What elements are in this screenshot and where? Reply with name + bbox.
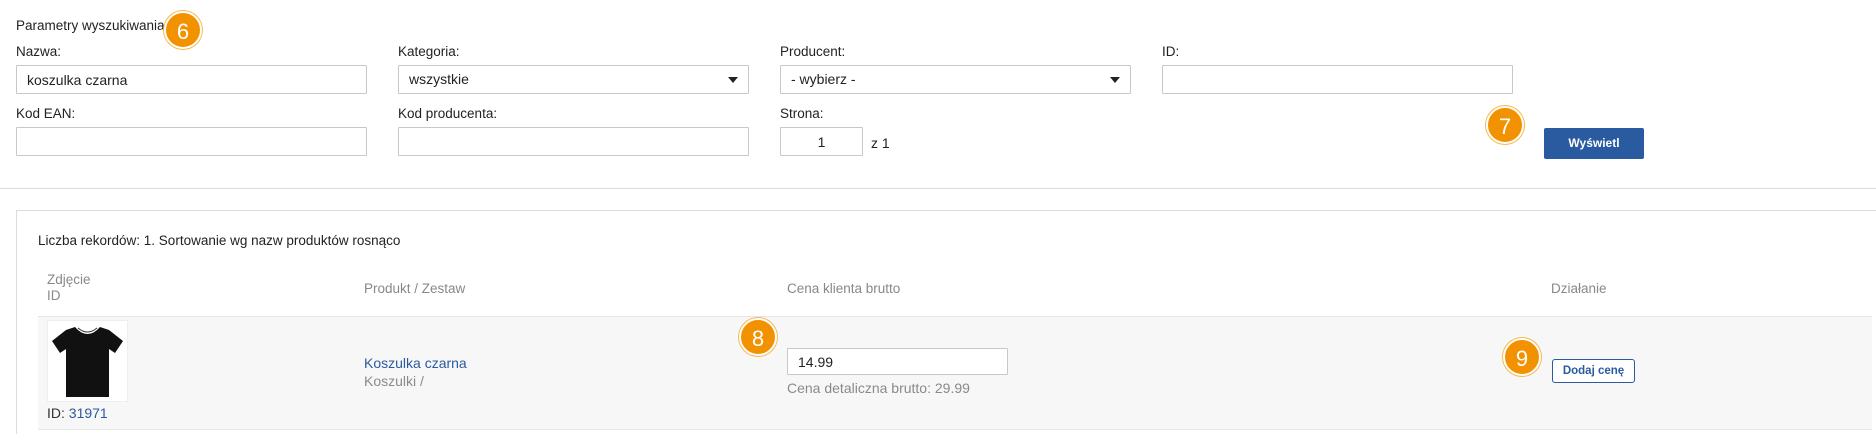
product-id-link[interactable]: 31971 xyxy=(69,405,108,421)
show-button[interactable]: Wyświetl xyxy=(1544,128,1644,159)
strona-label: Strona: xyxy=(780,106,824,121)
product-id: ID: 31971 xyxy=(47,405,108,421)
retail-price: Cena detaliczna brutto: 29.99 xyxy=(787,380,970,396)
caret-down-icon xyxy=(1110,77,1120,83)
product-thumbnail[interactable] xyxy=(47,320,128,402)
results-summary: Liczba rekordów: 1. Sortowanie wg nazw p… xyxy=(38,233,401,248)
section-title: Parametry wyszukiwania xyxy=(16,18,165,33)
kod-producenta-label: Kod producenta: xyxy=(398,106,498,121)
product-name-link[interactable]: Koszulka czarna xyxy=(364,355,467,371)
column-header-price[interactable]: Cena klienta brutto xyxy=(787,281,900,296)
id-label: ID: xyxy=(1162,44,1180,59)
nazwa-label: Nazwa: xyxy=(16,44,62,59)
id-input[interactable] xyxy=(1162,65,1513,94)
kategoria-selected-value: wszystkie xyxy=(409,71,469,87)
page-total: z 1 xyxy=(871,135,890,151)
column-header-action: Działanie xyxy=(1551,281,1607,296)
step-badge-8: 8 xyxy=(739,318,777,356)
caret-down-icon xyxy=(728,77,738,83)
ean-label: Kod EAN: xyxy=(16,106,76,121)
step-badge-6: 6 xyxy=(164,11,202,49)
column-header-product[interactable]: Produkt / Zestaw xyxy=(364,281,465,296)
kategoria-label: Kategoria: xyxy=(398,44,460,59)
product-category: Koszulki / xyxy=(364,373,424,389)
step-badge-9: 9 xyxy=(1503,338,1541,376)
column-header-photo: Zdjęcie ID xyxy=(47,272,91,304)
producent-label: Producent: xyxy=(780,44,846,59)
producent-selected-value: - wybierz - xyxy=(791,71,856,87)
product-id-label: ID: xyxy=(47,405,65,421)
producent-select[interactable]: - wybierz - xyxy=(780,65,1131,94)
add-price-button[interactable]: Dodaj cenę xyxy=(1552,359,1635,383)
kategoria-select[interactable]: wszystkie xyxy=(398,65,749,94)
ean-input[interactable] xyxy=(16,127,367,156)
price-input[interactable] xyxy=(787,348,1008,375)
column-header-photo-line2: ID xyxy=(47,288,61,303)
step-badge-7: 7 xyxy=(1486,106,1524,144)
column-header-photo-line1: Zdjęcie xyxy=(47,272,91,287)
tshirt-icon xyxy=(52,327,123,397)
kod-producenta-input[interactable] xyxy=(398,127,749,156)
section-divider xyxy=(0,188,1876,189)
page-number-input[interactable] xyxy=(780,127,863,156)
nazwa-input[interactable] xyxy=(16,65,367,94)
